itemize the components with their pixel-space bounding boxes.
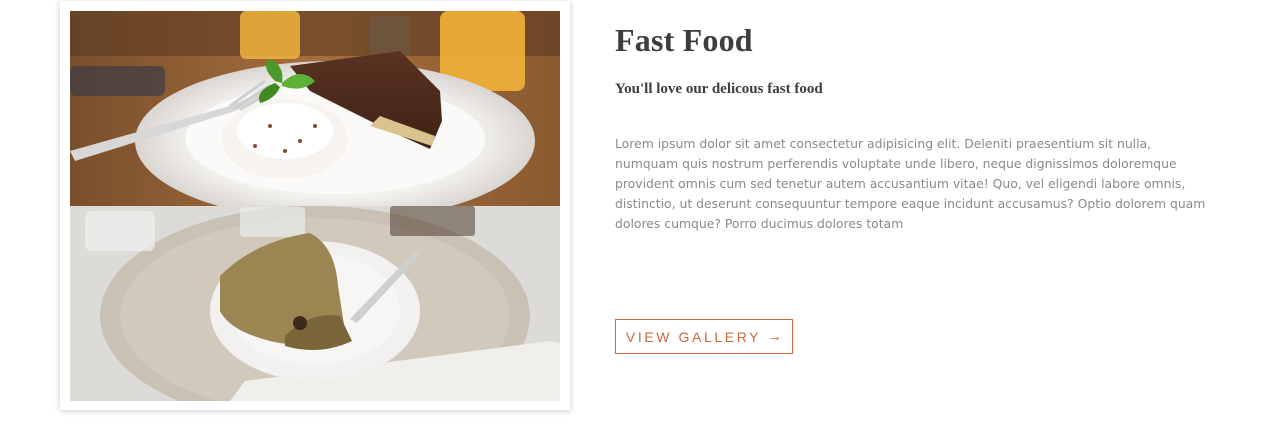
section-title: Fast Food xyxy=(615,22,753,58)
gallery-photo-card xyxy=(60,1,570,410)
section-body-text: Lorem ipsum dolor sit amet consectetur a… xyxy=(615,136,1206,231)
arrow-right-icon: → xyxy=(767,328,783,345)
cake-slice-with-cream-photo xyxy=(70,11,560,221)
photo-collage xyxy=(70,11,560,401)
section-subtitle: You'll love our delicous fast food xyxy=(615,81,823,97)
view-gallery-label: VIEW GALLERY xyxy=(625,328,762,345)
sponge-cake-on-placemat-photo xyxy=(70,206,560,401)
view-gallery-button[interactable]: VIEW GALLERY → xyxy=(615,319,793,354)
